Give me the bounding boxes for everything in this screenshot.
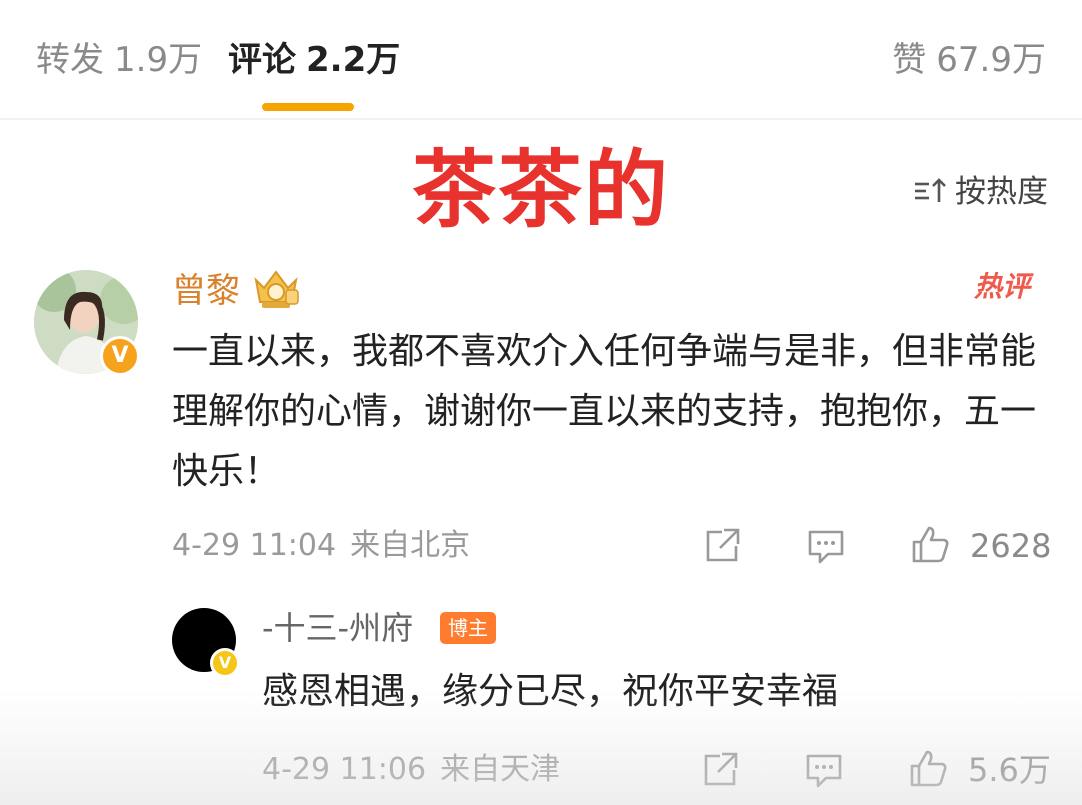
reply-verified-icon: V xyxy=(210,648,240,678)
comment-username[interactable]: 曾黎 xyxy=(172,268,240,314)
comment-location: 来自北京 xyxy=(350,528,471,563)
tab-repost-count: 1.9万 xyxy=(114,40,203,80)
hot-badge-label: 热评 xyxy=(974,270,1031,303)
hot-comment-badge: 热评 xyxy=(972,262,1042,308)
reply-like-count: 5.6万 xyxy=(968,751,1051,789)
author-tag: 博主 xyxy=(440,612,496,644)
comment-time: 4-29 11:04 xyxy=(172,528,337,563)
comment-icon[interactable] xyxy=(806,526,846,566)
tab-like-label: 赞 xyxy=(892,40,927,80)
sort-by-hot-button[interactable]: 按热度 xyxy=(913,172,1048,212)
comment-text: 一直以来，我都不喜欢介入任何争端与是非，但非常能理解你的心情，谢谢你一直以来的支… xyxy=(172,331,1037,492)
reply-username[interactable]: -十三-州府 xyxy=(262,606,413,650)
reply-like-icon[interactable] xyxy=(908,748,948,788)
tab-like[interactable]: 赞 67.9万 xyxy=(892,38,1046,82)
like-icon[interactable] xyxy=(910,524,950,564)
sort-label: 按热度 xyxy=(955,174,1048,210)
sort-icon xyxy=(915,178,946,202)
tab-comment[interactable]: 评论 2.2万 xyxy=(228,38,400,82)
tab-repost-label: 转发 xyxy=(36,40,104,80)
reply-meta: 4-29 11:06 来自天津 xyxy=(262,750,560,790)
crown-badge-icon xyxy=(254,270,299,308)
tab-repost[interactable]: 转发 1.9万 xyxy=(36,38,202,82)
tab-like-count: 67.9万 xyxy=(936,40,1046,80)
share-icon[interactable] xyxy=(702,526,742,566)
tab-comment-label: 评论 xyxy=(228,40,296,80)
reply-text: 感恩相遇，缘分已尽，祝你平安幸福 xyxy=(262,671,839,712)
like-count: 2628 xyxy=(970,527,1052,565)
reply-comment-icon[interactable] xyxy=(804,750,844,790)
reply-time: 4-29 11:06 xyxy=(262,752,427,787)
overlay-title: 茶茶的 xyxy=(412,141,671,239)
active-tab-indicator xyxy=(262,103,354,111)
verified-icon: V xyxy=(100,336,140,376)
weibo-comment-page: 转发 1.9万 评论 2.2万 赞 67.9万 茶茶的 按热度 V 曾黎 热评 … xyxy=(0,0,1082,805)
reply-location: 来自天津 xyxy=(440,752,561,787)
tab-bar: 转发 1.9万 评论 2.2万 赞 67.9万 xyxy=(0,0,1082,120)
tab-comment-count: 2.2万 xyxy=(306,40,401,80)
comment-meta: 4-29 11:04 来自北京 xyxy=(172,526,470,566)
reply-share-icon[interactable] xyxy=(700,750,740,790)
